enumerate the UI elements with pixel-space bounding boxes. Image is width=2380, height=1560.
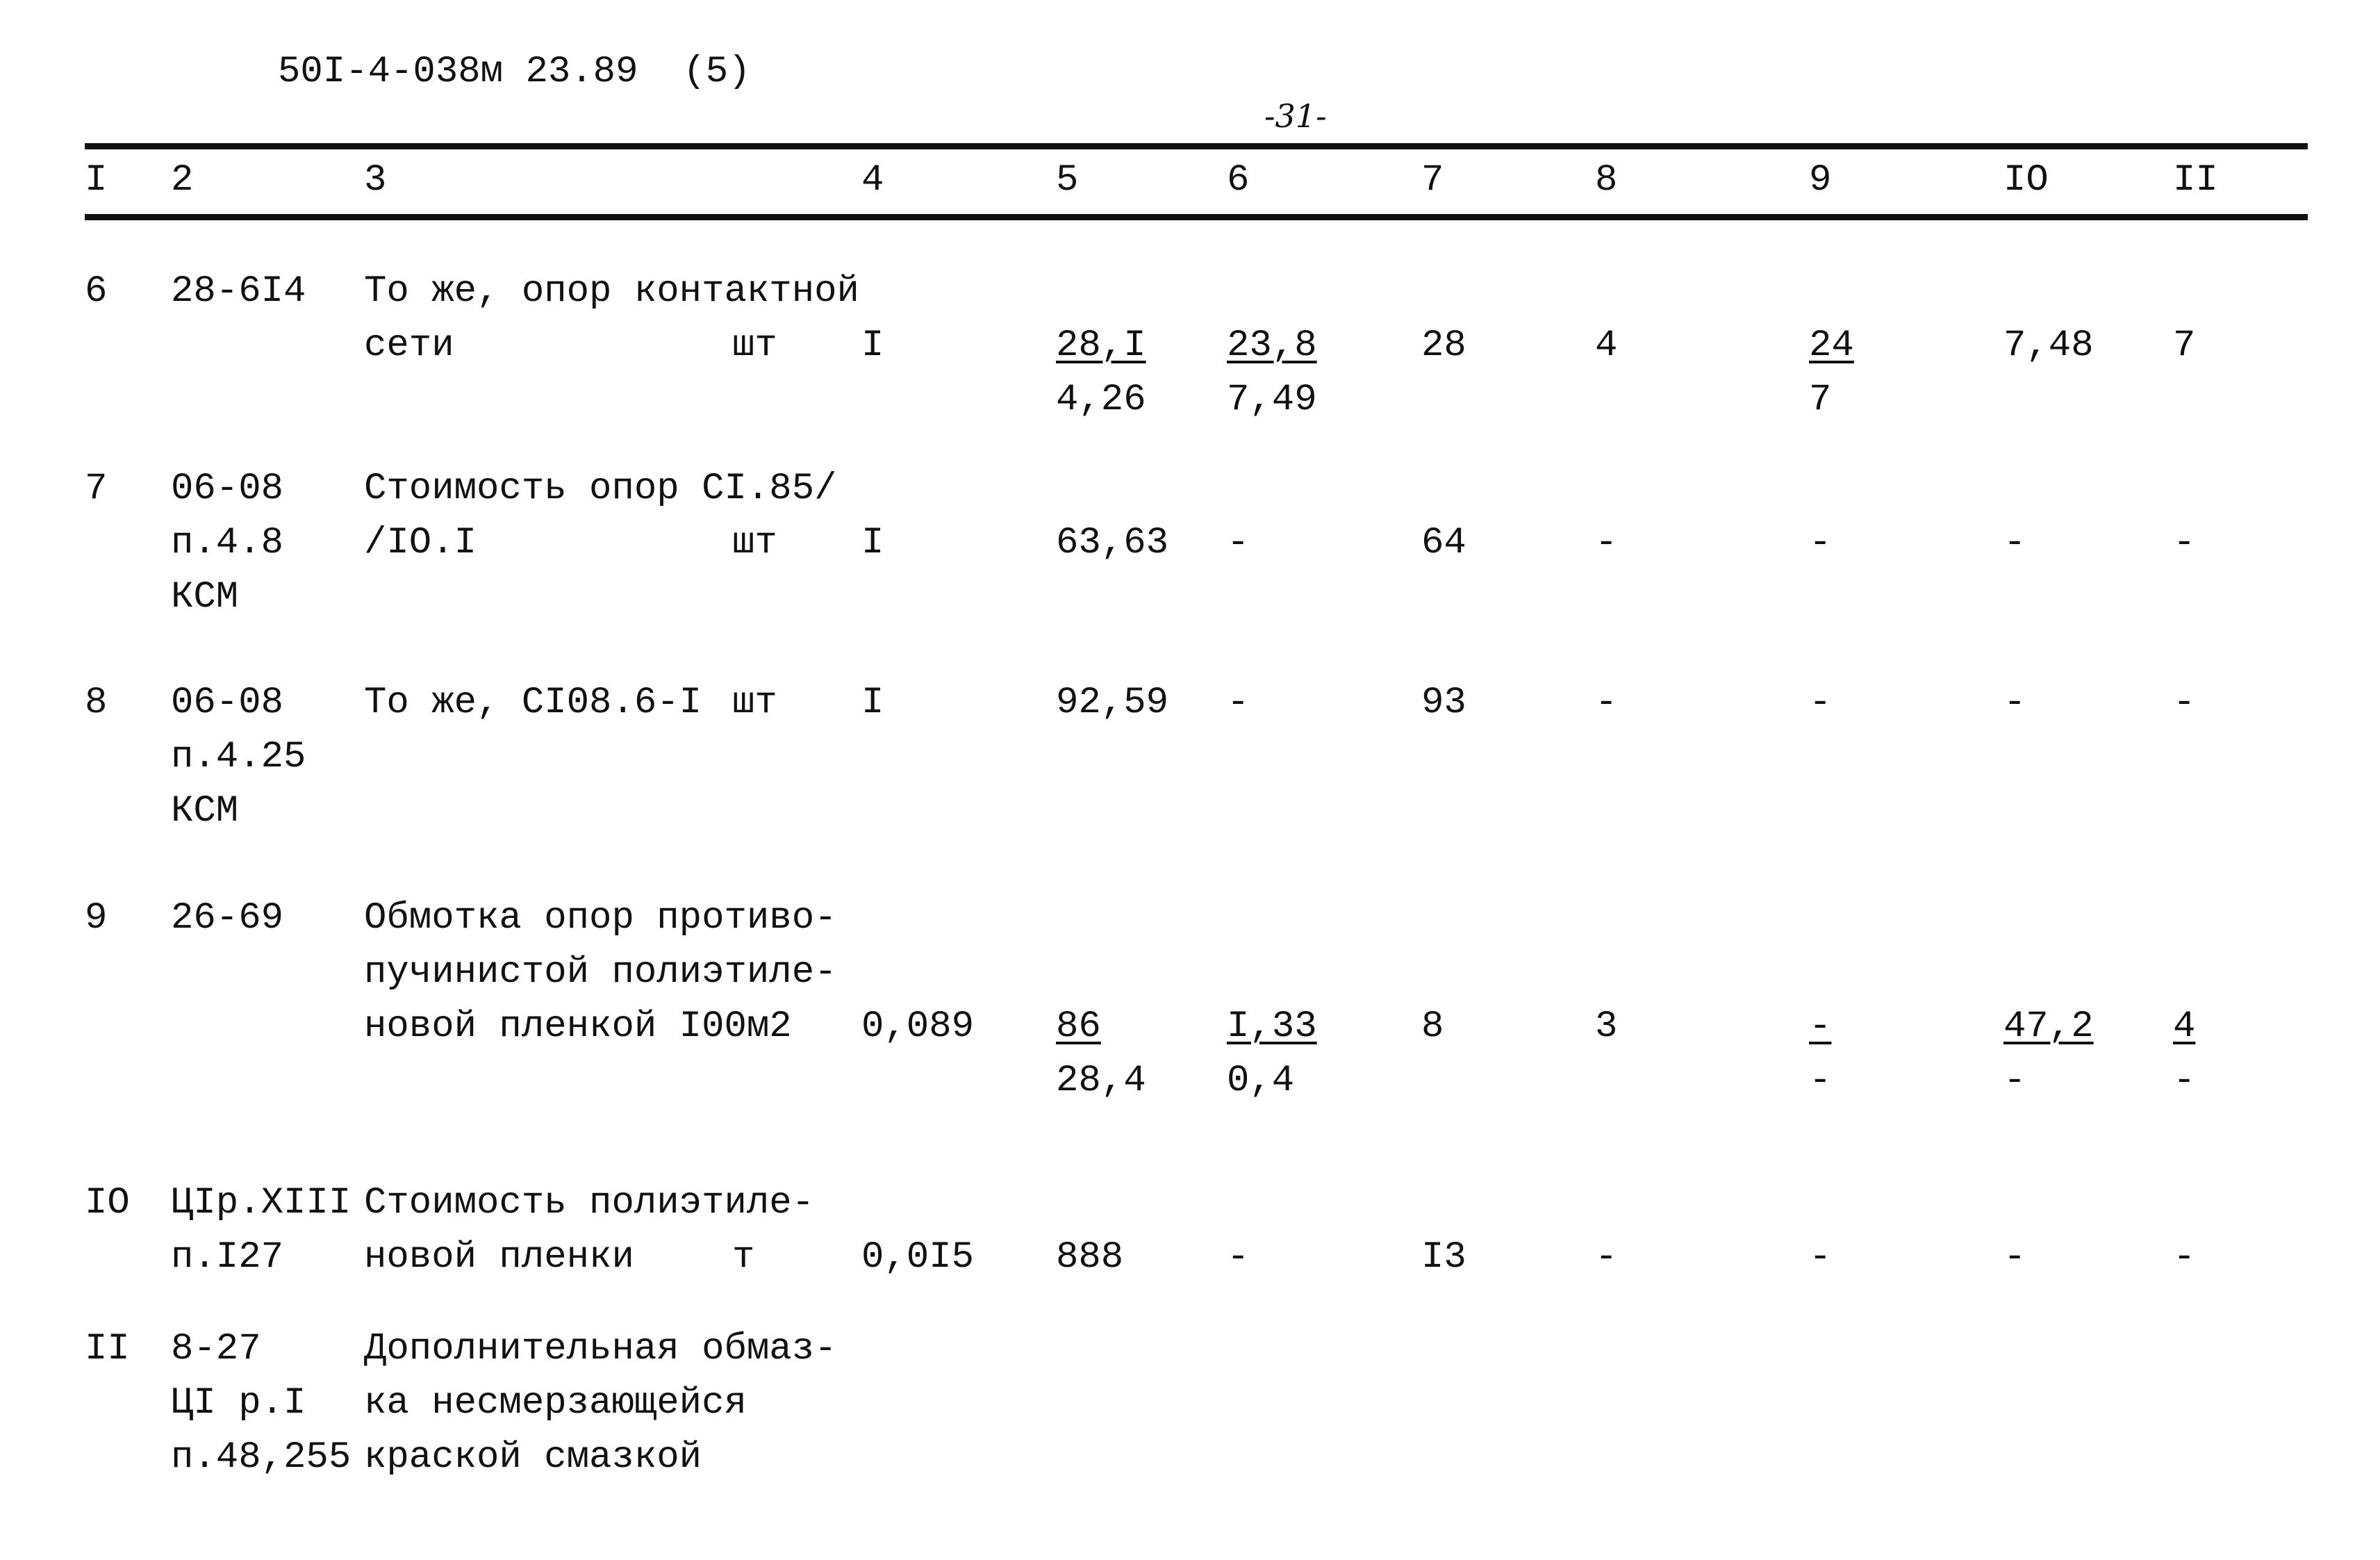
cell-c11-denominator: -: [2173, 1060, 2196, 1102]
column-header-11: II: [2173, 159, 2218, 202]
cell-c6-numerator: I,33: [1227, 1005, 1317, 1048]
norm-code: 06-08: [171, 468, 284, 510]
cell-c6: -: [1227, 1236, 1250, 1279]
cell-c11-numerator: 4: [2173, 1005, 2196, 1048]
description: Стоимость опор СI.85/: [364, 468, 837, 510]
cell-c11: -: [2173, 682, 2196, 724]
column-header-8: 8: [1595, 159, 1618, 202]
cell-c6-numerator: 23,8: [1227, 325, 1317, 367]
cell-c8: -: [1595, 1236, 1618, 1279]
header-bottom-rule: [85, 214, 2308, 220]
column-header-2: 2: [171, 159, 194, 202]
description: Обмотка опор противо-: [364, 897, 837, 939]
quantity: I: [861, 522, 884, 564]
row-number: 9: [85, 897, 108, 939]
row-number: II: [85, 1328, 130, 1370]
cell-c5-denominator: 4,26: [1056, 379, 1146, 421]
description: То же, опор контактной: [364, 270, 859, 313]
description: Стоимость полиэтиле-: [364, 1182, 815, 1224]
description: ка несмерзающейся: [364, 1382, 747, 1424]
norm-code: п.I27: [171, 1236, 284, 1279]
column-header-10: IO: [2003, 159, 2049, 202]
cell-c10-denominator: -: [2003, 1060, 2026, 1102]
cell-c10: -: [2003, 682, 2026, 724]
cell-c10: -: [2003, 1236, 2026, 1279]
cell-c5-numerator: 28,I: [1056, 325, 1146, 367]
header-top-rule: [85, 143, 2308, 149]
unit: шт: [732, 325, 777, 367]
row-number: 7: [85, 468, 108, 510]
description: новой пленкой I00м2: [364, 1005, 792, 1048]
cell-c9: -: [1809, 522, 1832, 564]
column-header-9: 9: [1809, 159, 1832, 202]
cell-c5-denominator: 28,4: [1056, 1060, 1146, 1102]
cell-c7: 28: [1421, 325, 1466, 367]
description: новой пленки: [364, 1236, 634, 1279]
norm-code: ЦI р.I: [171, 1382, 306, 1424]
unit: шт: [732, 682, 777, 724]
cell-c8: -: [1595, 522, 1618, 564]
quantity: I: [861, 682, 884, 724]
cell-c7: I3: [1421, 1236, 1466, 1279]
description: То же, СI08.6-I: [364, 682, 702, 724]
column-header-5: 5: [1056, 159, 1079, 202]
quantity: 0,0I5: [861, 1236, 975, 1279]
quantity: I: [861, 325, 884, 367]
cell-c5: 888: [1056, 1236, 1124, 1279]
cell-c11: -: [2173, 522, 2196, 564]
cell-c6: -: [1227, 522, 1250, 564]
norm-code: п.48,255: [171, 1436, 352, 1479]
cell-c9-numerator: -: [1809, 1005, 1832, 1048]
norm-code: п.4.8: [171, 522, 284, 564]
description: /IO.I: [364, 522, 477, 564]
description: сети: [364, 325, 454, 367]
cell-c10-numerator: 47,2: [2003, 1005, 2094, 1048]
cell-c8: -: [1595, 682, 1618, 724]
norm-code: КСМ: [171, 790, 239, 832]
document-code: 50I-4-038м 23.89 (5): [278, 51, 751, 93]
description: краской смазкой: [364, 1436, 702, 1479]
description: пучинистой полиэтиле-: [364, 951, 837, 994]
quantity: 0,089: [861, 1005, 975, 1048]
norm-code: 06-08: [171, 682, 284, 724]
column-header-6: 6: [1227, 159, 1250, 202]
cell-c9-denominator: -: [1809, 1060, 1832, 1102]
column-header-3: 3: [364, 159, 387, 202]
cell-c8: 3: [1595, 1005, 1618, 1048]
column-header-4: 4: [861, 159, 884, 202]
cell-c11: 7: [2173, 325, 2196, 367]
page-number: -31-: [1264, 97, 1327, 135]
cell-c7: 64: [1421, 522, 1466, 564]
description: Дополнительная обмаз-: [364, 1328, 837, 1370]
norm-code: 28-6I4: [171, 270, 306, 313]
norm-code: п.4.25: [171, 736, 306, 778]
row-number: IO: [85, 1182, 130, 1224]
cell-c10: -: [2003, 522, 2026, 564]
cell-c5: 63,63: [1056, 522, 1169, 564]
cell-c7: 8: [1421, 1005, 1444, 1048]
cell-c6-denominator: 0,4: [1227, 1060, 1295, 1102]
cell-c7: 93: [1421, 682, 1466, 724]
norm-code: КСМ: [171, 576, 239, 618]
cell-c11: -: [2173, 1236, 2196, 1279]
row-number: 6: [85, 270, 108, 313]
cell-c5: 92,59: [1056, 682, 1169, 724]
unit: т: [732, 1236, 755, 1279]
norm-code: 26-69: [171, 897, 284, 939]
cell-c9: -: [1809, 1236, 1832, 1279]
cell-c9-denominator: 7: [1809, 379, 1832, 421]
norm-code: 8-27: [171, 1328, 261, 1370]
column-header-1: I: [85, 159, 108, 202]
cell-c6-denominator: 7,49: [1227, 379, 1317, 421]
cell-c10: 7,48: [2003, 325, 2094, 367]
column-header-7: 7: [1421, 159, 1444, 202]
norm-code: ЦIр.XIII: [171, 1182, 352, 1224]
cell-c6: -: [1227, 682, 1250, 724]
cell-c9-numerator: 24: [1809, 325, 1854, 367]
cell-c9: -: [1809, 682, 1832, 724]
row-number: 8: [85, 682, 108, 724]
cell-c8: 4: [1595, 325, 1618, 367]
unit: шт: [732, 522, 777, 564]
cell-c5-numerator: 86: [1056, 1005, 1101, 1048]
